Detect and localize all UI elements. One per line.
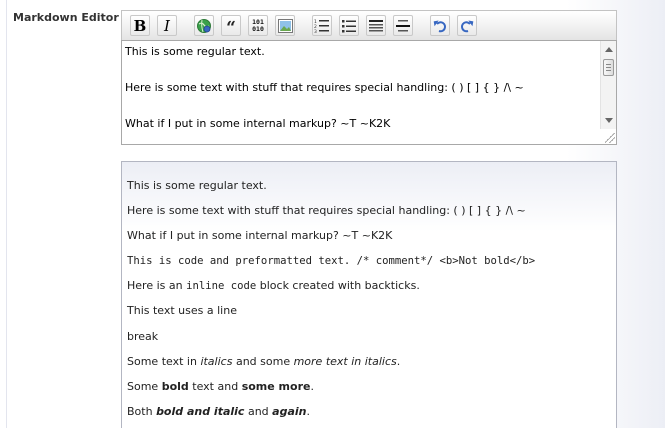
- preview-code-block: This is code and preformatted text. /* c…: [127, 255, 536, 267]
- editor-toolbar: B I “ 101 010 1 2 3: [121, 10, 617, 40]
- quote-icon: “: [226, 18, 236, 38]
- globe-link-icon: [197, 18, 211, 33]
- horizontal-rule-icon: [396, 19, 410, 31]
- numbered-list-button[interactable]: 1 2 3: [312, 15, 332, 36]
- link-button[interactable]: [194, 15, 214, 36]
- redo-button[interactable]: [457, 15, 477, 36]
- italic-icon: I: [164, 16, 170, 35]
- preview-paragraph: Some bold text and some more.: [127, 380, 314, 393]
- preview-paragraph: This text uses a line: [127, 304, 237, 317]
- italic-button[interactable]: I: [157, 15, 177, 36]
- bold-button[interactable]: B: [130, 15, 150, 36]
- preview-paragraph: Both bold and italic and again.: [127, 405, 310, 418]
- editor-line: This is some regular text.: [125, 45, 265, 58]
- field-label: Markdown Editor: [13, 11, 119, 24]
- quote-button[interactable]: “: [221, 15, 241, 38]
- editor-line: Here is some text with stuff that requir…: [125, 81, 524, 94]
- bulleted-list-button[interactable]: [339, 15, 359, 36]
- bold-icon: B: [133, 16, 147, 35]
- bold-text: bold: [161, 380, 189, 393]
- italic-text: more text in italics: [293, 355, 397, 368]
- undo-icon: [433, 20, 447, 32]
- markdown-textarea[interactable]: This is some regular text. Here is some …: [121, 40, 617, 145]
- code-button[interactable]: 101 010: [248, 15, 268, 36]
- heading-icon: [369, 19, 383, 31]
- code-icon: 101 010: [252, 17, 264, 33]
- bold-italic-text: again: [272, 405, 307, 418]
- preview-paragraph: Some text in italics and some more text …: [127, 355, 401, 368]
- preview-paragraph: Here is some text with stuff that requir…: [127, 204, 526, 217]
- preview-paragraph: This is some regular text.: [127, 179, 267, 192]
- markdown-textarea-content: This is some regular text. Here is some …: [125, 46, 598, 130]
- image-icon: [277, 18, 293, 33]
- image-button[interactable]: [275, 15, 295, 36]
- textarea-scrollbar[interactable]: [600, 41, 616, 129]
- svg-text:3: 3: [314, 29, 317, 34]
- italic-text: italics: [200, 355, 233, 368]
- numbered-list-icon: 1 2 3: [314, 19, 329, 34]
- markdown-preview: This is some regular text. Here is some …: [121, 161, 617, 428]
- editor-line: What if I put in some internal markup? ~…: [125, 117, 391, 130]
- preview-paragraph: Here is an inline code block created wit…: [127, 279, 420, 292]
- preview-paragraph: What if I put in some internal markup? ~…: [127, 229, 393, 242]
- resize-grip-icon[interactable]: [605, 133, 615, 143]
- scroll-down-arrow-icon[interactable]: [605, 118, 613, 123]
- horizontal-rule-button[interactable]: [393, 15, 413, 36]
- redo-icon: [460, 20, 474, 32]
- bold-text: some more: [241, 380, 311, 393]
- bold-italic-text: bold and italic: [156, 405, 245, 418]
- scroll-up-arrow-icon[interactable]: [605, 47, 613, 52]
- bulleted-list-icon: [342, 19, 356, 32]
- scrollbar-thumb[interactable]: [603, 59, 614, 76]
- inline-code: inline code: [186, 280, 257, 292]
- heading-button[interactable]: [366, 15, 386, 36]
- preview-paragraph: break: [127, 330, 159, 343]
- undo-button[interactable]: [430, 15, 450, 36]
